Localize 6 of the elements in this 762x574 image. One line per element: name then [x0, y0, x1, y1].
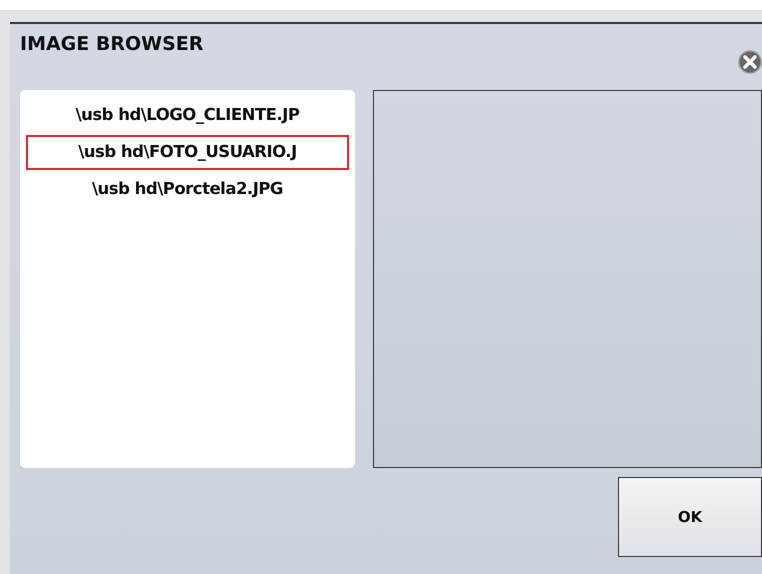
ok-button[interactable]: OK [618, 477, 762, 557]
window-title: IMAGE BROWSER [20, 32, 204, 57]
file-item[interactable]: \usb hd\Porctela2.JPG [26, 172, 349, 206]
close-icon[interactable] [738, 50, 762, 74]
file-item[interactable]: \usb hd\FOTO_USUARIO.J [26, 134, 349, 170]
file-item[interactable]: \usb hd\LOGO_CLIENTE.JP [26, 98, 349, 133]
